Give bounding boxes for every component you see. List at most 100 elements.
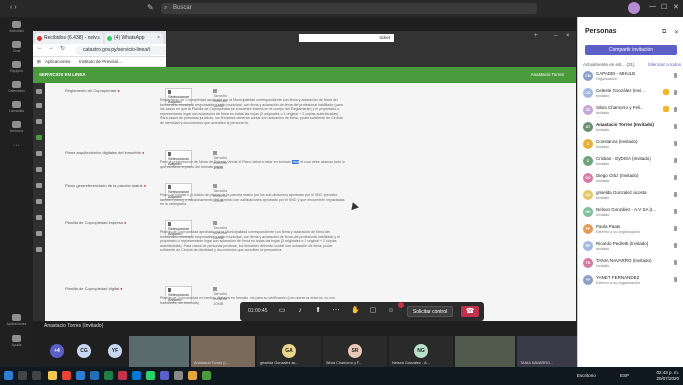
tray-desktop-label[interactable]: Escritorio bbox=[577, 373, 596, 378]
participant-row[interactable]: YF YANET FERNANDEZ Externo a su organizaci… bbox=[583, 274, 681, 290]
share-screen-icon[interactable]: ⬆ bbox=[314, 307, 322, 315]
raise-hand-icon[interactable]: ✋ bbox=[351, 307, 360, 315]
active-menu-icon[interactable] bbox=[36, 135, 42, 140]
participant-row[interactable]: DO Diego Ortiz (Invitado) Invitado bbox=[583, 172, 681, 188]
participant-row[interactable]: CM CAPADEI - MHULB Organizador bbox=[583, 70, 681, 86]
browser-tab-gmail[interactable]: Recibidos (6.438) - nelv... × bbox=[35, 33, 103, 44]
document-icon[interactable] bbox=[36, 119, 42, 124]
file-explorer-icon[interactable] bbox=[48, 371, 57, 380]
chrome-icon[interactable] bbox=[62, 371, 71, 380]
participant-row[interactable]: C Cristian - EyDISA (Invitado) Invitado bbox=[583, 155, 681, 171]
overflow-participants[interactable]: +4 bbox=[50, 344, 64, 358]
apps-grid-icon[interactable]: ⊞ bbox=[37, 59, 41, 65]
rail-calendar[interactable]: Calendario bbox=[0, 79, 33, 98]
rail-activity[interactable]: Actividad bbox=[0, 19, 33, 38]
participant-row[interactable]: TN TANIA NAVARRO (Invitado) Invitado bbox=[583, 257, 681, 273]
task-view-icon[interactable] bbox=[32, 371, 41, 380]
new-tab-icon[interactable]: + bbox=[534, 33, 538, 39]
map-icon[interactable] bbox=[36, 183, 42, 188]
close-icon[interactable]: × bbox=[566, 33, 570, 39]
participant-row[interactable]: NG Nelson González - A.V SA (I... Invitado bbox=[583, 206, 681, 222]
mute-all-link[interactable]: Silenciar a todos bbox=[648, 62, 681, 67]
logout-icon[interactable] bbox=[36, 247, 42, 252]
rail-more[interactable]: ··· bbox=[0, 142, 33, 161]
pop-out-icon[interactable]: ⧉ bbox=[662, 29, 666, 36]
teams-search-input[interactable]: ⌕ Buscar bbox=[161, 3, 537, 14]
forward-icon[interactable]: → bbox=[48, 45, 54, 51]
windows-start-icon[interactable] bbox=[4, 371, 13, 380]
participant-tile[interactable]: SR Silvia Chamorro y F... bbox=[323, 336, 387, 367]
participant-row[interactable]: PP Paola Paats Externo a su organización bbox=[583, 223, 681, 239]
participant-row[interactable]: CG Celeste González (Invi... Invitado bbox=[583, 87, 681, 103]
participant-avatar[interactable]: YF bbox=[108, 344, 122, 358]
list-icon[interactable] bbox=[36, 151, 42, 156]
close-panel-icon[interactable]: ✕ bbox=[674, 29, 679, 36]
participant-tile[interactable]: NG Nelson Gonzalez - A... bbox=[389, 336, 453, 367]
participant-video-tile[interactable] bbox=[455, 336, 515, 367]
minimize-icon[interactable]: — bbox=[649, 3, 656, 10]
close-icon[interactable]: ✕ bbox=[673, 3, 679, 11]
participant-tile[interactable]: GA griselda Gonzalez ac... bbox=[257, 336, 321, 367]
bookmark-ips[interactable]: Instituto de Previsió... bbox=[79, 59, 122, 64]
maximize-icon[interactable]: ☐ bbox=[661, 3, 667, 11]
clock[interactable]: 02:43 p. m. 20/07/2020 bbox=[656, 370, 679, 381]
outlook-icon[interactable] bbox=[132, 371, 141, 380]
participant-video-tile[interactable] bbox=[129, 336, 189, 367]
edge-icon[interactable] bbox=[76, 371, 85, 380]
participant-video-tile[interactable]: Anastacio Torres (I... bbox=[191, 336, 255, 367]
participant-video-tile[interactable]: TANIA NAVARRO... bbox=[517, 336, 577, 367]
participants-icon[interactable]: ☺ bbox=[387, 307, 395, 315]
request-control-button[interactable]: Solicitar control bbox=[407, 306, 453, 317]
back-forward-icon[interactable]: ‹ › bbox=[10, 4, 17, 11]
in-meeting-count[interactable]: Actualmente en est... (31) bbox=[583, 62, 635, 67]
close-tab-icon[interactable]: × bbox=[157, 33, 160, 44]
powerpoint-icon[interactable] bbox=[118, 371, 127, 380]
rail-calls[interactable]: Llamadas bbox=[0, 99, 33, 118]
participant-row[interactable]: RP Ricardo Pedretti (Invitado) Invitado bbox=[583, 240, 681, 256]
app-icon[interactable] bbox=[174, 371, 183, 380]
bell-icon bbox=[12, 21, 21, 28]
rail-apps[interactable]: Aplicaciones bbox=[0, 312, 33, 331]
whatsapp-icon[interactable] bbox=[146, 371, 155, 380]
share-invite-button[interactable]: Compartir invitación bbox=[585, 45, 677, 55]
hang-up-button[interactable]: ☎ bbox=[461, 306, 479, 317]
chart-icon[interactable] bbox=[36, 215, 42, 220]
browser-tab-whatsapp[interactable]: (4) WhatsApp × bbox=[105, 33, 163, 44]
settings-icon[interactable] bbox=[36, 199, 42, 204]
participant-row[interactable]: SC Silvia Chamorro y Feli... Invitado bbox=[583, 104, 681, 120]
excel-icon[interactable] bbox=[104, 371, 113, 380]
compose-icon[interactable]: ✎ bbox=[147, 3, 154, 12]
participant-row[interactable]: AT Anastacio Torres (Invitado) Invitado bbox=[583, 121, 681, 137]
profile-avatar[interactable] bbox=[628, 2, 640, 14]
participant-row[interactable]: GA griselda Gonzalez acosta Invitado bbox=[583, 189, 681, 205]
chat-icon[interactable]: ▢ bbox=[369, 307, 377, 315]
mail-icon[interactable] bbox=[36, 231, 42, 236]
home-icon[interactable] bbox=[36, 89, 42, 94]
app-icon[interactable] bbox=[202, 371, 211, 380]
teams-icon[interactable] bbox=[160, 371, 169, 380]
rail-chat[interactable]: Chat bbox=[0, 39, 33, 58]
microphone-icon[interactable]: ♪ bbox=[296, 307, 304, 315]
participant-avatar[interactable]: CG bbox=[77, 344, 91, 358]
bookmark-apps[interactable]: Aplicaciones bbox=[45, 59, 70, 64]
more-actions-icon[interactable]: ⋯ bbox=[332, 307, 340, 315]
overlay-tab[interactable]: ticket bbox=[299, 34, 394, 42]
rail-help[interactable]: Ayuda bbox=[0, 333, 33, 352]
back-icon[interactable]: ← bbox=[37, 45, 43, 51]
close-tab-icon[interactable]: × bbox=[97, 33, 100, 44]
rail-teams[interactable]: Equipos bbox=[0, 59, 33, 78]
camera-icon[interactable]: ▭ bbox=[278, 307, 286, 315]
word-icon[interactable] bbox=[90, 371, 99, 380]
site-user-menu[interactable]: Anastacio Torres bbox=[531, 72, 564, 77]
input-language[interactable]: ESP bbox=[620, 373, 629, 378]
search-icon[interactable] bbox=[18, 371, 27, 380]
reload-icon[interactable]: ↻ bbox=[60, 45, 65, 52]
rail-files[interactable]: Archivos bbox=[0, 119, 33, 138]
folder-icon[interactable] bbox=[36, 167, 42, 172]
app-icon[interactable] bbox=[188, 371, 197, 380]
minimize-icon[interactable]: – bbox=[554, 33, 557, 39]
field-label: Reglamento de Copropiedad ● bbox=[65, 88, 120, 93]
user-icon[interactable] bbox=[36, 103, 42, 108]
rail-label: Archivos bbox=[9, 129, 24, 133]
participant-row[interactable]: C Constanza (Invitado) Invitado bbox=[583, 138, 681, 154]
